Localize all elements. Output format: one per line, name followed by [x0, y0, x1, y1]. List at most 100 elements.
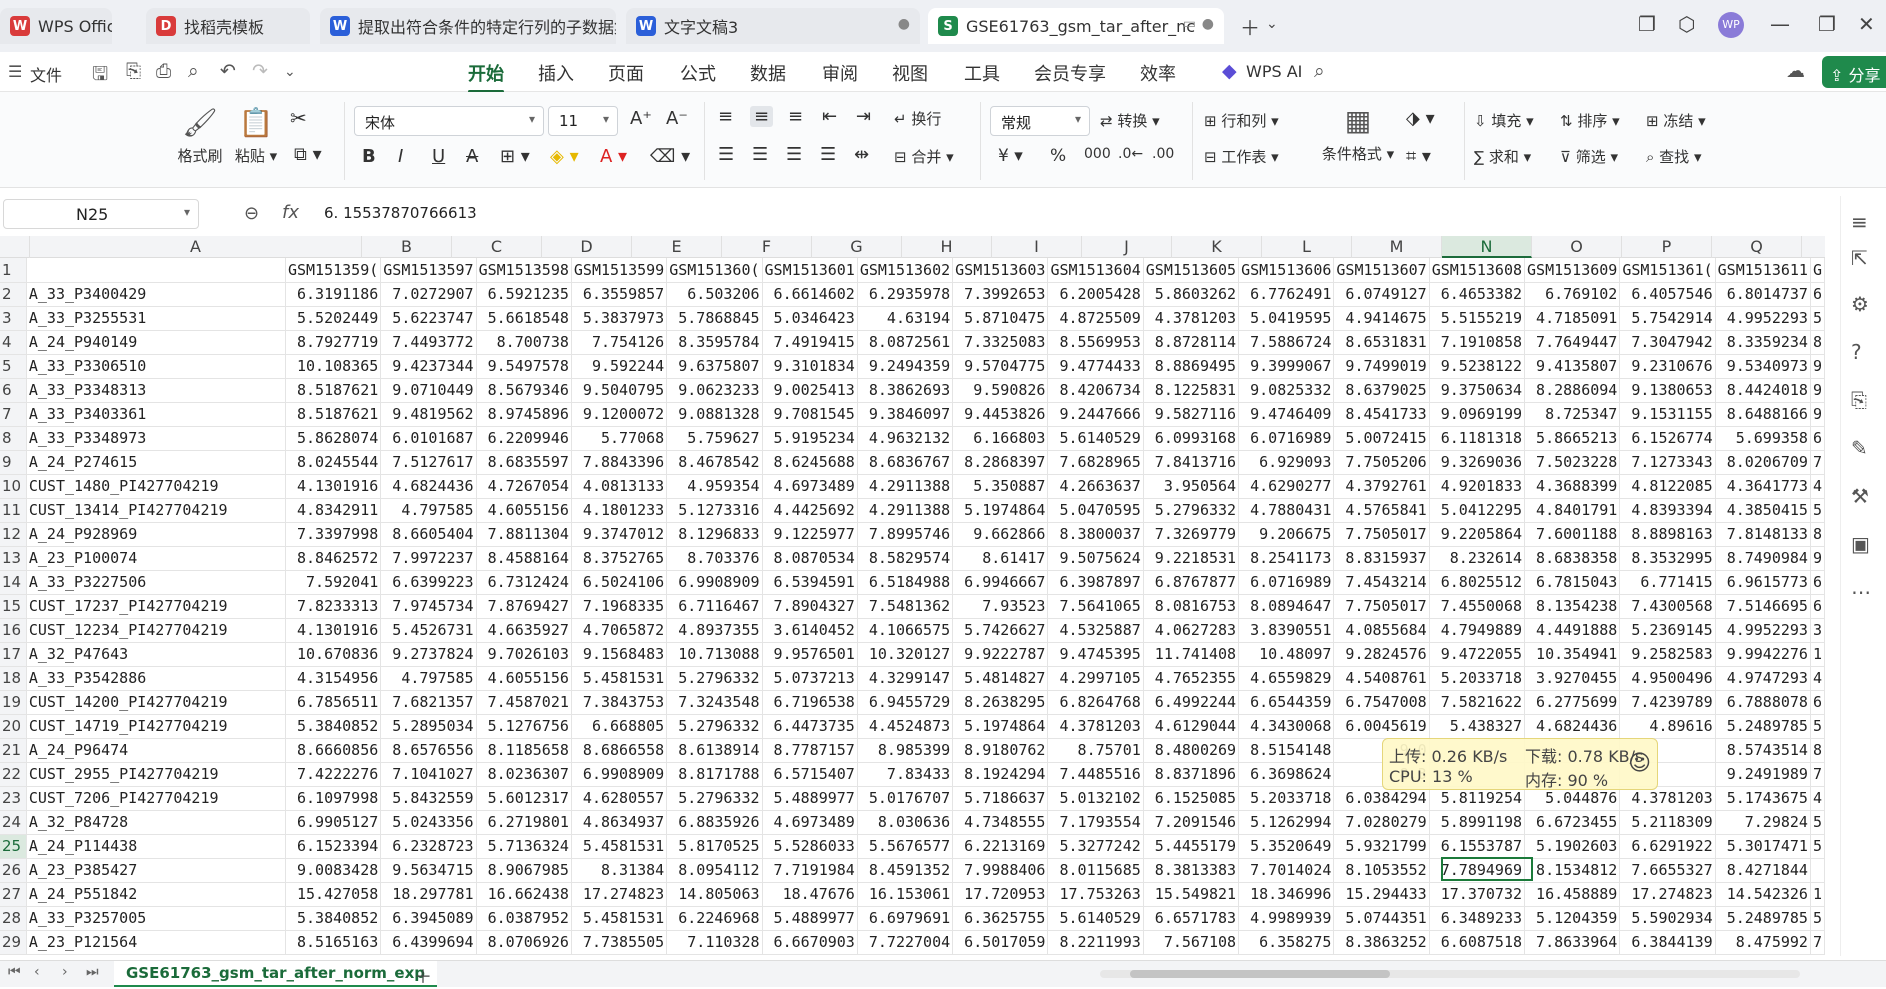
cell[interactable]: 8.6836767 [857, 450, 954, 475]
cell[interactable]: 15.294433 [1333, 882, 1430, 907]
cell[interactable]: 5.2796332 [666, 666, 763, 691]
cell[interactable]: 9.5238122 [1429, 354, 1526, 379]
cell[interactable]: 7.3325083 [952, 330, 1049, 355]
thousands-icon[interactable]: 000 [1084, 146, 1111, 162]
print-icon[interactable]: ⎙ [156, 60, 171, 82]
tools-icon[interactable]: ⚒ [1851, 484, 1869, 508]
cell[interactable]: 6.771415 [1619, 570, 1716, 595]
cell[interactable]: 5.1276756 [476, 714, 572, 739]
cell[interactable]: GSM1513604 [1047, 258, 1144, 283]
cell[interactable]: 8.4206734 [1047, 378, 1144, 403]
cell[interactable]: 4.3641773 [1715, 474, 1811, 499]
cell[interactable]: 4.8401791 [1524, 498, 1621, 523]
row-header[interactable]: 9 [0, 450, 27, 475]
cell[interactable]: 6.5394591 [762, 570, 858, 595]
cell[interactable]: 9.6375807 [666, 354, 763, 379]
hamburger-icon[interactable]: ☰ [8, 62, 22, 81]
format-painter-button[interactable]: 🖌 格式刷 [174, 106, 226, 166]
cell[interactable]: 8.5569953 [1047, 330, 1144, 355]
cell[interactable]: 8.6576556 [380, 738, 477, 763]
align-right-icon[interactable]: ☰ [786, 144, 802, 165]
cell[interactable]: 4.6635927 [476, 618, 572, 643]
row-header[interactable]: 1 [0, 258, 27, 283]
cell[interactable]: CUST_7206_PI427704219 [26, 786, 286, 811]
sort-button[interactable]: ⇅ 排序 ▾ [1560, 110, 1620, 131]
column-header-Q[interactable]: Q [1712, 236, 1802, 258]
cell[interactable]: 8.1354238 [1524, 594, 1621, 619]
cell[interactable]: 7.592041 [285, 570, 382, 595]
cell[interactable]: 5.350887 [952, 474, 1049, 499]
cell[interactable]: 9.5827116 [1143, 402, 1240, 427]
cell[interactable]: 6.0716989 [1238, 570, 1335, 595]
cell[interactable]: 5.3840852 [285, 714, 382, 739]
cell[interactable]: 8.3532995 [1619, 546, 1716, 571]
cell[interactable]: 7.3269779 [1143, 522, 1240, 547]
cell[interactable]: 7.110328 [666, 930, 763, 955]
chevron-down-icon[interactable]: ⌄ [1266, 16, 1278, 32]
cell[interactable]: 7.1968335 [571, 594, 668, 619]
cell[interactable]: 5.4455179 [1143, 834, 1240, 859]
row-header[interactable]: 17 [0, 642, 27, 667]
cell[interactable]: 4.3299147 [857, 666, 954, 691]
cell[interactable]: 5.0744351 [1333, 906, 1430, 931]
cell[interactable]: 5 [1810, 306, 1825, 331]
cell[interactable]: 5.8628074 [285, 426, 382, 451]
cell[interactable]: 15.427058 [285, 882, 382, 907]
cell[interactable]: 6.5921235 [476, 282, 572, 307]
cell[interactable]: 7.8633964 [1524, 930, 1621, 955]
cell[interactable]: 8.8315937 [1333, 546, 1430, 571]
cell[interactable]: 4.1301916 [285, 618, 382, 643]
cell[interactable]: 5.3017471 [1715, 834, 1811, 859]
cell[interactable]: 6.3625755 [952, 906, 1049, 931]
cell[interactable]: 8.1225831 [1143, 378, 1240, 403]
cell[interactable]: 10.48097 [1238, 642, 1335, 667]
cell[interactable]: 5.2118309 [1619, 810, 1716, 835]
cell[interactable]: 5.5286033 [762, 834, 858, 859]
cell[interactable]: A_23_P100074 [26, 546, 286, 571]
cell[interactable]: 9 [1810, 354, 1825, 379]
cell[interactable]: 5.77068 [571, 426, 668, 451]
freeze-button[interactable]: ⊞ 冻结 ▾ [1646, 110, 1706, 131]
cell[interactable]: 4.6055156 [476, 498, 572, 523]
cell[interactable]: 6.358275 [1238, 930, 1335, 955]
cell[interactable]: 4.2911388 [857, 474, 954, 499]
cell[interactable]: GSM1513597 [380, 258, 477, 283]
cell[interactable]: 6.4653382 [1429, 282, 1526, 307]
cell[interactable]: 1 [1810, 642, 1825, 667]
cell[interactable]: GSM151359( [285, 258, 382, 283]
cell[interactable]: 8.4424018 [1715, 378, 1811, 403]
cell[interactable]: CUST_13414_PI427704219 [26, 498, 286, 523]
menu-item-member[interactable]: 会员专享 [1034, 60, 1106, 86]
cell[interactable]: GSM1513603 [952, 258, 1049, 283]
cell[interactable]: 7.4919415 [762, 330, 858, 355]
cell[interactable]: 5.7426627 [952, 618, 1049, 643]
row-header[interactable]: 14 [0, 570, 27, 595]
tab-sheet-active[interactable]: S GSE61763_gsm_tar_after_nc ▭ ● [928, 8, 1224, 44]
strikethrough-icon[interactable]: A [466, 146, 478, 167]
cell[interactable]: 18.47676 [762, 882, 858, 907]
cell[interactable]: 8.2211993 [1047, 930, 1144, 955]
cell[interactable]: 5.8665213 [1524, 426, 1621, 451]
cell[interactable]: 3.950564 [1143, 474, 1240, 499]
cell[interactable]: 8.0206709 [1715, 450, 1811, 475]
row-header[interactable]: 26 [0, 858, 27, 883]
cell[interactable]: 8.6866558 [571, 738, 668, 763]
cell[interactable]: 4.7267054 [476, 474, 572, 499]
cell[interactable]: 6.9455729 [857, 690, 954, 715]
bold-icon[interactable]: B [362, 146, 376, 167]
cell[interactable]: A_33_P3348973 [26, 426, 286, 451]
cell[interactable]: 7.93523 [952, 594, 1049, 619]
cell[interactable]: 6.668805 [571, 714, 668, 739]
column-header-I[interactable]: I [992, 236, 1082, 258]
more-icon[interactable]: ⋯ [1851, 580, 1871, 604]
cell[interactable]: 6.6087518 [1429, 930, 1526, 955]
cell[interactable]: 4.9500496 [1619, 666, 1716, 691]
cell[interactable]: CUST_2955_PI427704219 [26, 762, 286, 787]
cell[interactable]: 8.6245688 [762, 450, 858, 475]
cell[interactable]: 6.2246968 [666, 906, 763, 931]
cell[interactable]: 6.7888078 [1715, 690, 1811, 715]
column-header-L[interactable]: L [1262, 236, 1352, 258]
cell[interactable]: 9.0025413 [762, 378, 858, 403]
currency-icon[interactable]: ¥ ▾ [998, 146, 1023, 166]
menu-item-home[interactable]: 开始 [468, 60, 504, 93]
